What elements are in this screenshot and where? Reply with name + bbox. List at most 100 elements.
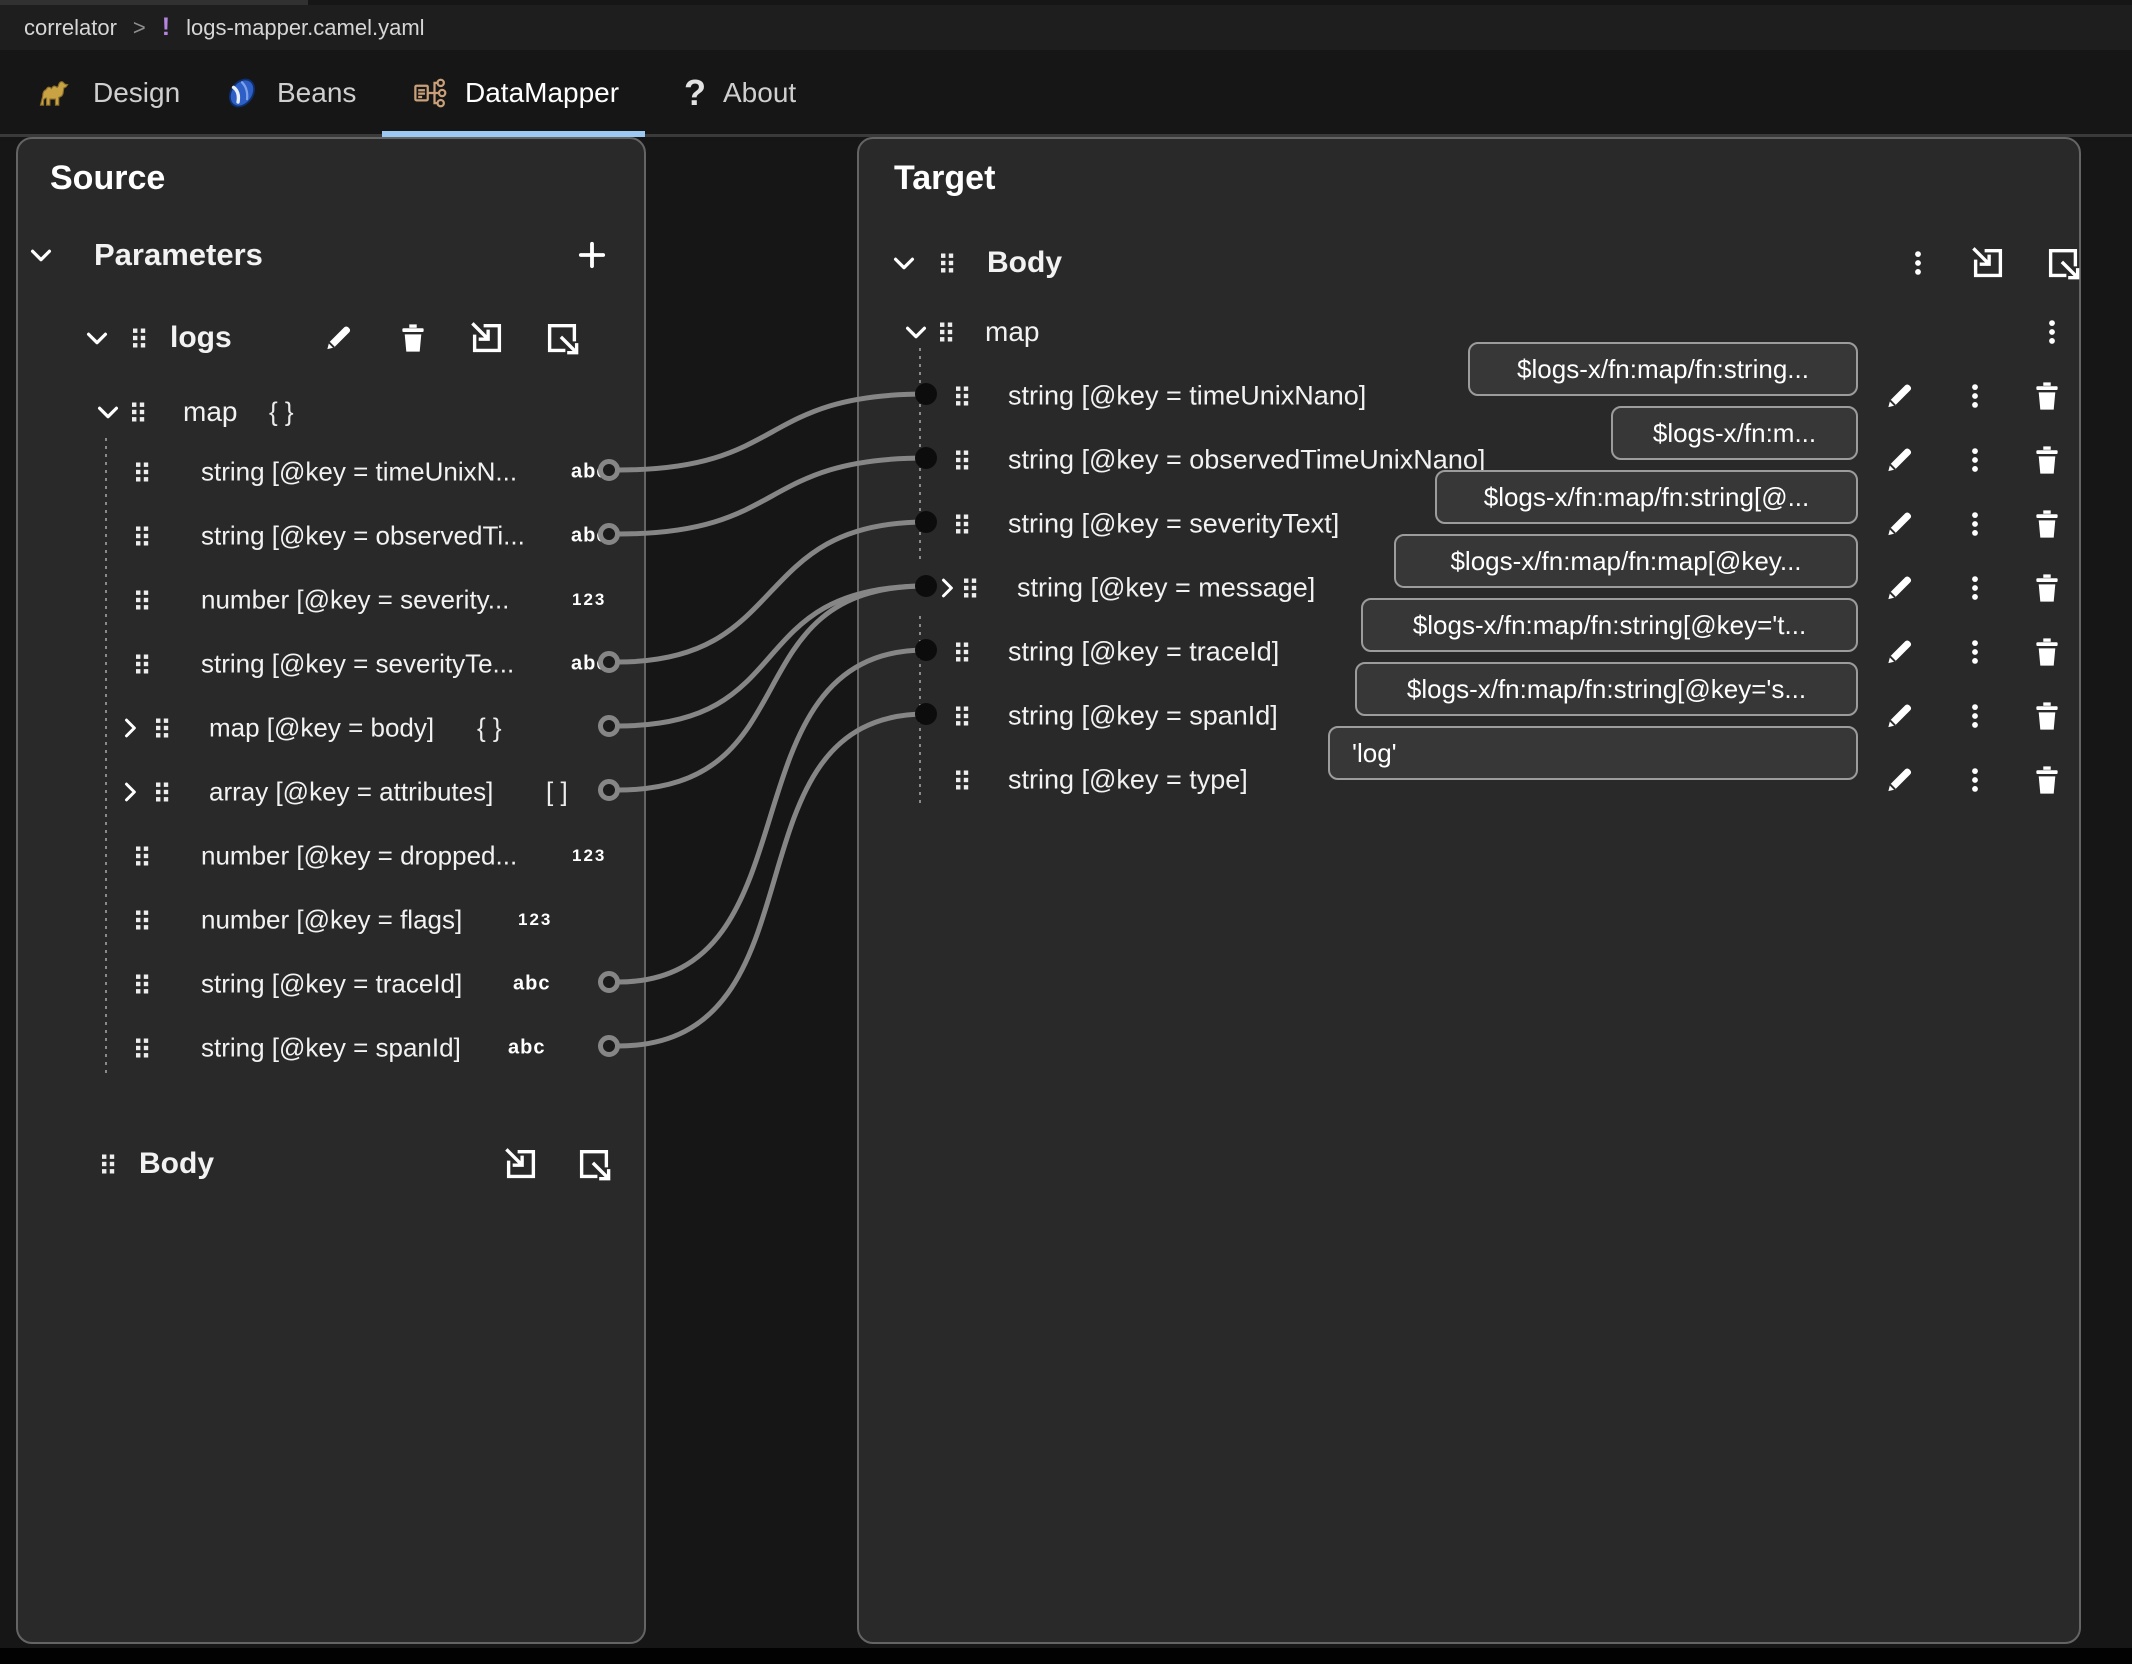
drag-handle-icon[interactable] [946,444,978,476]
source-field-row[interactable]: array [@key = attributes] [ ] [18,760,644,824]
type-123-badge: 123 [572,846,606,866]
drag-handle-icon[interactable] [146,712,178,744]
field-kebab-menu-icon[interactable] [1960,509,1990,539]
detach-schema-export-icon[interactable] [544,320,580,356]
field-kebab-menu-icon[interactable] [1960,573,1990,603]
collapse-body-chevron-icon[interactable] [889,248,919,278]
collapse-map-chevron-icon[interactable] [901,317,931,347]
parameters-header-row: Parameters [18,223,644,287]
expression-input[interactable]: 'log' [1328,726,1858,780]
expand-attributes-chevron-icon[interactable] [116,778,144,806]
breadcrumb: correlator > ! logs-mapper.camel.yaml [0,5,2132,50]
breadcrumb-filename[interactable]: logs-mapper.camel.yaml [186,15,424,41]
collapse-map-chevron-icon[interactable] [93,397,123,427]
collapse-parameters-chevron-icon[interactable] [26,240,56,270]
edit-expression-pencil-icon[interactable] [1882,699,1916,733]
expand-body-chevron-icon[interactable] [116,714,144,742]
delete-mapping-trash-icon[interactable] [2030,699,2064,733]
detach-schema-export-icon[interactable] [2045,245,2081,281]
field-kebab-menu-icon[interactable] [1960,381,1990,411]
tab-design[interactable]: Design [36,62,180,124]
source-map-row[interactable]: map { } [18,380,644,444]
delete-parameter-trash-icon[interactable] [396,321,430,355]
drag-handle-icon[interactable] [126,968,158,1000]
edit-expression-pencil-icon[interactable] [1882,571,1916,605]
edit-expression-pencil-icon[interactable] [1882,379,1916,413]
source-field-row[interactable]: string [@key = spanId] abc [18,1016,644,1080]
delete-mapping-trash-icon[interactable] [2030,443,2064,477]
expression-input[interactable]: $logs-x/fn:map/fn:string... [1468,342,1858,396]
detach-schema-export-icon[interactable] [576,1146,612,1182]
source-field-row[interactable]: string [@key = traceId] abc [18,952,644,1016]
expression-input[interactable]: $logs-x/fn:m... [1611,406,1858,460]
drag-handle-icon[interactable] [123,322,155,354]
body-kebab-menu-icon[interactable] [1903,248,1933,278]
field-kebab-menu-icon[interactable] [1960,701,1990,731]
datamapper-app: correlator > ! logs-mapper.camel.yaml De… [0,0,2132,1664]
expression-input[interactable]: $logs-x/fn:map/fn:map[@key... [1394,534,1858,588]
edit-expression-pencil-icon[interactable] [1882,443,1916,477]
type-brace-badge: { } [477,713,502,744]
add-parameter-plus-icon[interactable] [575,238,609,272]
source-field-row[interactable]: number [@key = severity... 123 [18,568,644,632]
drag-handle-icon[interactable] [126,840,158,872]
edit-expression-pencil-icon[interactable] [1882,635,1916,669]
drag-handle-icon[interactable] [126,904,158,936]
drag-handle-icon[interactable] [930,316,962,348]
target-field-label: string [@key = observedTimeUnixNano] [1008,445,1485,476]
map-kebab-menu-icon[interactable] [2037,317,2067,347]
tab-about-label: About [723,77,796,109]
parameter-logs-row[interactable]: logs [18,306,644,370]
target-field-row[interactable]: string [@key = timeUnixNano] $logs-x/fn:… [859,364,2079,428]
drag-handle-icon[interactable] [126,584,158,616]
field-kebab-menu-icon[interactable] [1960,637,1990,667]
breadcrumb-project[interactable]: correlator [24,15,117,41]
drag-handle-icon[interactable] [92,1148,124,1180]
expression-input[interactable]: $logs-x/fn:map/fn:string[@key='t... [1361,598,1858,652]
collapse-logs-chevron-icon[interactable] [82,323,112,353]
expression-input[interactable]: $logs-x/fn:map/fn:string[@key='s... [1355,662,1858,716]
drag-handle-icon[interactable] [946,764,978,796]
edit-expression-pencil-icon[interactable] [1882,763,1916,797]
drag-handle-icon[interactable] [126,520,158,552]
source-panel: Source Parameters logs map { } [16,137,646,1644]
datamapper-icon [412,75,448,111]
expression-input[interactable]: $logs-x/fn:map/fn:string[@... [1435,470,1858,524]
source-field-row[interactable]: number [@key = dropped... 123 [18,824,644,888]
edit-parameter-pencil-icon[interactable] [321,321,355,355]
drag-handle-icon[interactable] [126,1032,158,1064]
tab-beans[interactable]: Beans [224,62,356,124]
map-type-badge: { } [269,397,294,428]
attach-schema-import-icon[interactable] [1970,245,2006,281]
drag-handle-icon[interactable] [126,456,158,488]
source-field-row[interactable]: map [@key = body] { } [18,696,644,760]
attach-schema-import-icon[interactable] [503,1146,539,1182]
tab-about[interactable]: ? About [684,62,796,124]
drag-handle-icon[interactable] [954,572,986,604]
source-body-row[interactable]: Body [18,1132,644,1196]
drag-handle-icon[interactable] [946,636,978,668]
source-field-row[interactable]: string [@key = timeUnixN... abc [18,440,644,504]
source-field-row[interactable]: string [@key = observedTi... abc [18,504,644,568]
drag-handle-icon[interactable] [931,247,963,279]
field-kebab-menu-icon[interactable] [1960,445,1990,475]
drag-handle-icon[interactable] [146,776,178,808]
source-field-row[interactable]: number [@key = flags] 123 [18,888,644,952]
target-body-row[interactable]: Body [859,231,2079,295]
drag-handle-icon[interactable] [946,508,978,540]
delete-mapping-trash-icon[interactable] [2030,379,2064,413]
source-field-row[interactable]: string [@key = severityTe... abc [18,632,644,696]
tab-datamapper[interactable]: DataMapper [412,62,619,124]
delete-mapping-trash-icon[interactable] [2030,635,2064,669]
delete-mapping-trash-icon[interactable] [2030,507,2064,541]
edit-expression-pencil-icon[interactable] [1882,507,1916,541]
attach-schema-import-icon[interactable] [469,320,505,356]
target-field-row[interactable]: string [@key = type] 'log' [859,748,2079,812]
drag-handle-icon[interactable] [126,648,158,680]
drag-handle-icon[interactable] [946,700,978,732]
delete-mapping-trash-icon[interactable] [2030,763,2064,797]
delete-mapping-trash-icon[interactable] [2030,571,2064,605]
drag-handle-icon[interactable] [122,396,154,428]
drag-handle-icon[interactable] [946,380,978,412]
field-kebab-menu-icon[interactable] [1960,765,1990,795]
